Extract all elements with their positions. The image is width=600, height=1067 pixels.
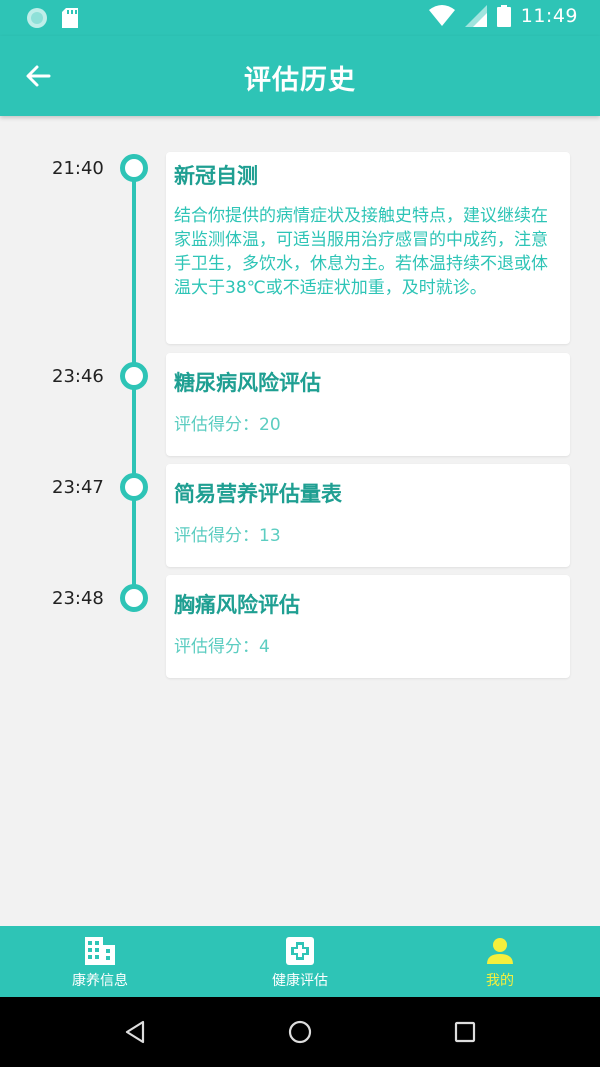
timeline-dot-icon — [120, 473, 148, 501]
timeline-dot-icon — [120, 362, 148, 390]
card-score: 评估得分：4 — [174, 637, 270, 657]
page-title: 评估历史 — [244, 65, 356, 96]
status-bar: 11:49 — [0, 0, 600, 36]
cell-signal-icon — [464, 5, 487, 27]
assessment-card[interactable]: 新冠自测 结合你提供的病情症状及接触史特点，建议继续在家监测体温，可适当服用治疗… — [166, 152, 570, 344]
card-body: 结合你提供的病情症状及接触史特点，建议继续在家监测体温，可适当服用治疗感冒的中成… — [174, 206, 548, 298]
system-nav-bar — [0, 997, 600, 1067]
nav-label: 康养信息 — [72, 973, 128, 989]
nav-item-health-assessment[interactable]: 健康评估 — [200, 926, 400, 997]
wifi-icon — [428, 5, 455, 26]
nav-item-mine[interactable]: 我的 — [400, 926, 600, 997]
card-title: 糖尿病风险评估 — [174, 371, 321, 395]
card-title: 胸痛风险评估 — [174, 593, 300, 617]
system-recents-button[interactable] — [450, 1017, 480, 1047]
card-title: 新冠自测 — [174, 164, 258, 188]
status-clock: 11:49 — [520, 5, 578, 27]
timeline-dot-icon — [120, 584, 148, 612]
bottom-nav: 康养信息 健康评估 我的 — [0, 926, 600, 997]
assessment-card[interactable]: 胸痛风险评估 评估得分：4 — [166, 575, 570, 678]
assessment-card[interactable]: 简易营养评估量表 评估得分：13 — [166, 464, 570, 567]
app-notification-icon — [27, 8, 47, 28]
medical-cross-icon — [286, 937, 314, 965]
system-home-button[interactable] — [285, 1017, 315, 1047]
battery-icon — [496, 5, 511, 27]
person-icon — [487, 938, 513, 964]
building-icon — [85, 937, 115, 965]
entry-time: 23:46 — [52, 366, 104, 387]
nav-item-health-info[interactable]: 康养信息 — [0, 926, 200, 997]
entry-time: 23:48 — [52, 588, 104, 609]
system-back-button[interactable] — [120, 1017, 150, 1047]
sd-card-icon — [62, 8, 78, 28]
circle-home-icon — [288, 1020, 312, 1044]
entry-time: 21:40 — [52, 158, 104, 179]
timeline-dot-icon — [120, 154, 148, 182]
entry-time: 23:47 — [52, 477, 104, 498]
card-score: 评估得分：13 — [174, 526, 281, 546]
nav-label: 我的 — [486, 973, 514, 989]
square-recents-icon — [454, 1021, 476, 1043]
card-score: 评估得分：20 — [174, 415, 281, 435]
triangle-back-icon — [125, 1020, 145, 1044]
assessment-card[interactable]: 糖尿病风险评估 评估得分：20 — [166, 353, 570, 456]
nav-label: 健康评估 — [272, 973, 328, 989]
app-bar: 评估历史 — [0, 36, 600, 116]
card-title: 简易营养评估量表 — [174, 482, 342, 506]
